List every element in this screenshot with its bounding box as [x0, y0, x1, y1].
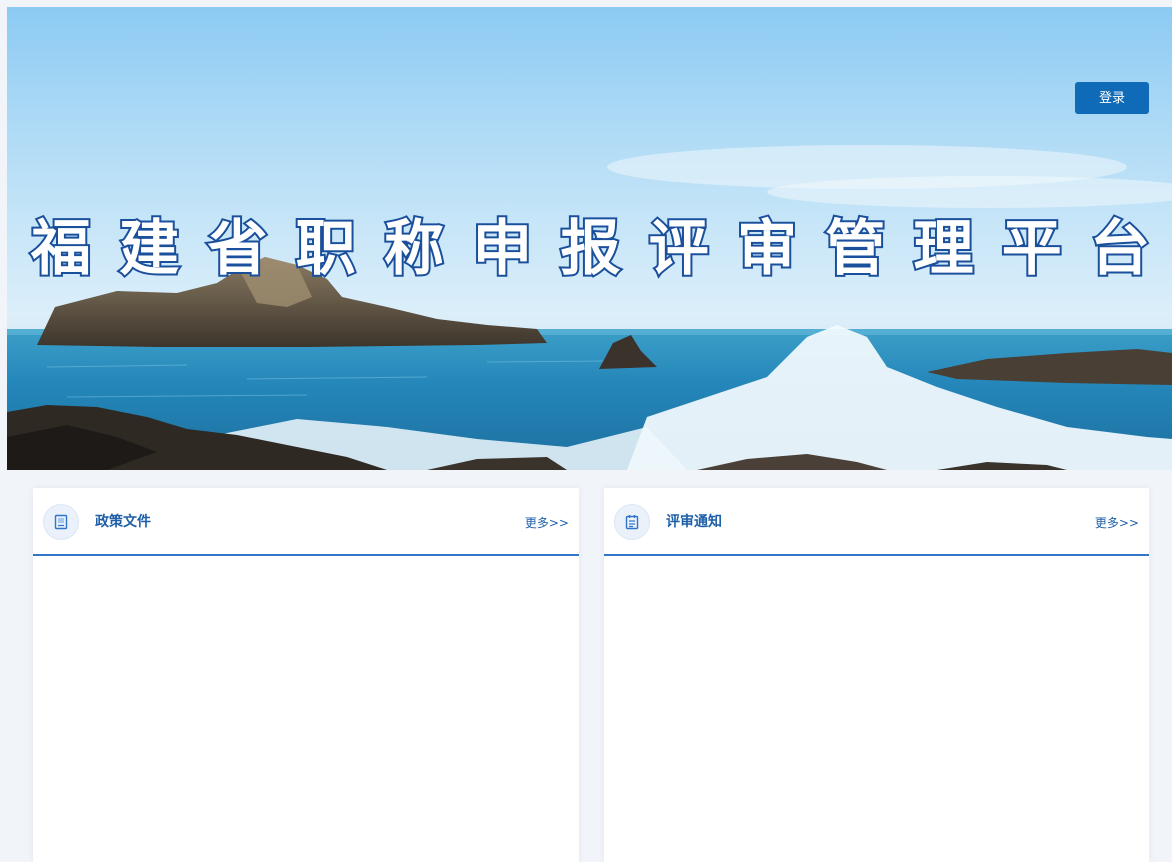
panel-content — [33, 556, 579, 862]
title-char: 职 — [294, 212, 358, 286]
title-char: 评 — [647, 212, 711, 286]
panel-header: 评审通知 更多>> — [604, 488, 1149, 556]
title-char: 审 — [735, 212, 799, 286]
title-char: 报 — [559, 212, 623, 286]
more-link[interactable]: 更多>> — [525, 514, 569, 532]
title-char: 省 — [206, 212, 270, 286]
title-char: 台 — [1088, 212, 1152, 286]
document-icon — [43, 504, 79, 540]
page-title: 福 建 省 职 称 申 报 评 审 管 理 平 台 — [7, 212, 1172, 286]
notice-icon — [614, 504, 650, 540]
title-char: 建 — [117, 212, 181, 286]
more-link[interactable]: 更多>> — [1095, 514, 1139, 532]
panel-title: 评审通知 — [666, 514, 722, 530]
panel-content — [604, 556, 1149, 862]
title-char: 平 — [1000, 212, 1064, 286]
panel-header: 政策文件 更多>> — [33, 488, 579, 556]
hero-banner: 登录 福 建 省 职 称 申 报 评 审 管 理 平 台 — [7, 7, 1172, 470]
title-char: 管 — [823, 212, 887, 286]
title-char: 称 — [382, 212, 446, 286]
review-notices-panel: 评审通知 更多>> — [604, 488, 1149, 862]
policy-documents-panel: 政策文件 更多>> — [33, 488, 579, 862]
title-char: 福 — [29, 212, 93, 286]
page: 登录 福 建 省 职 称 申 报 评 审 管 理 平 台 政策文件 更多>> 评… — [0, 0, 1172, 862]
title-char: 理 — [912, 212, 976, 286]
login-button[interactable]: 登录 — [1075, 82, 1149, 114]
title-char: 申 — [470, 212, 534, 286]
panel-title: 政策文件 — [95, 514, 151, 530]
